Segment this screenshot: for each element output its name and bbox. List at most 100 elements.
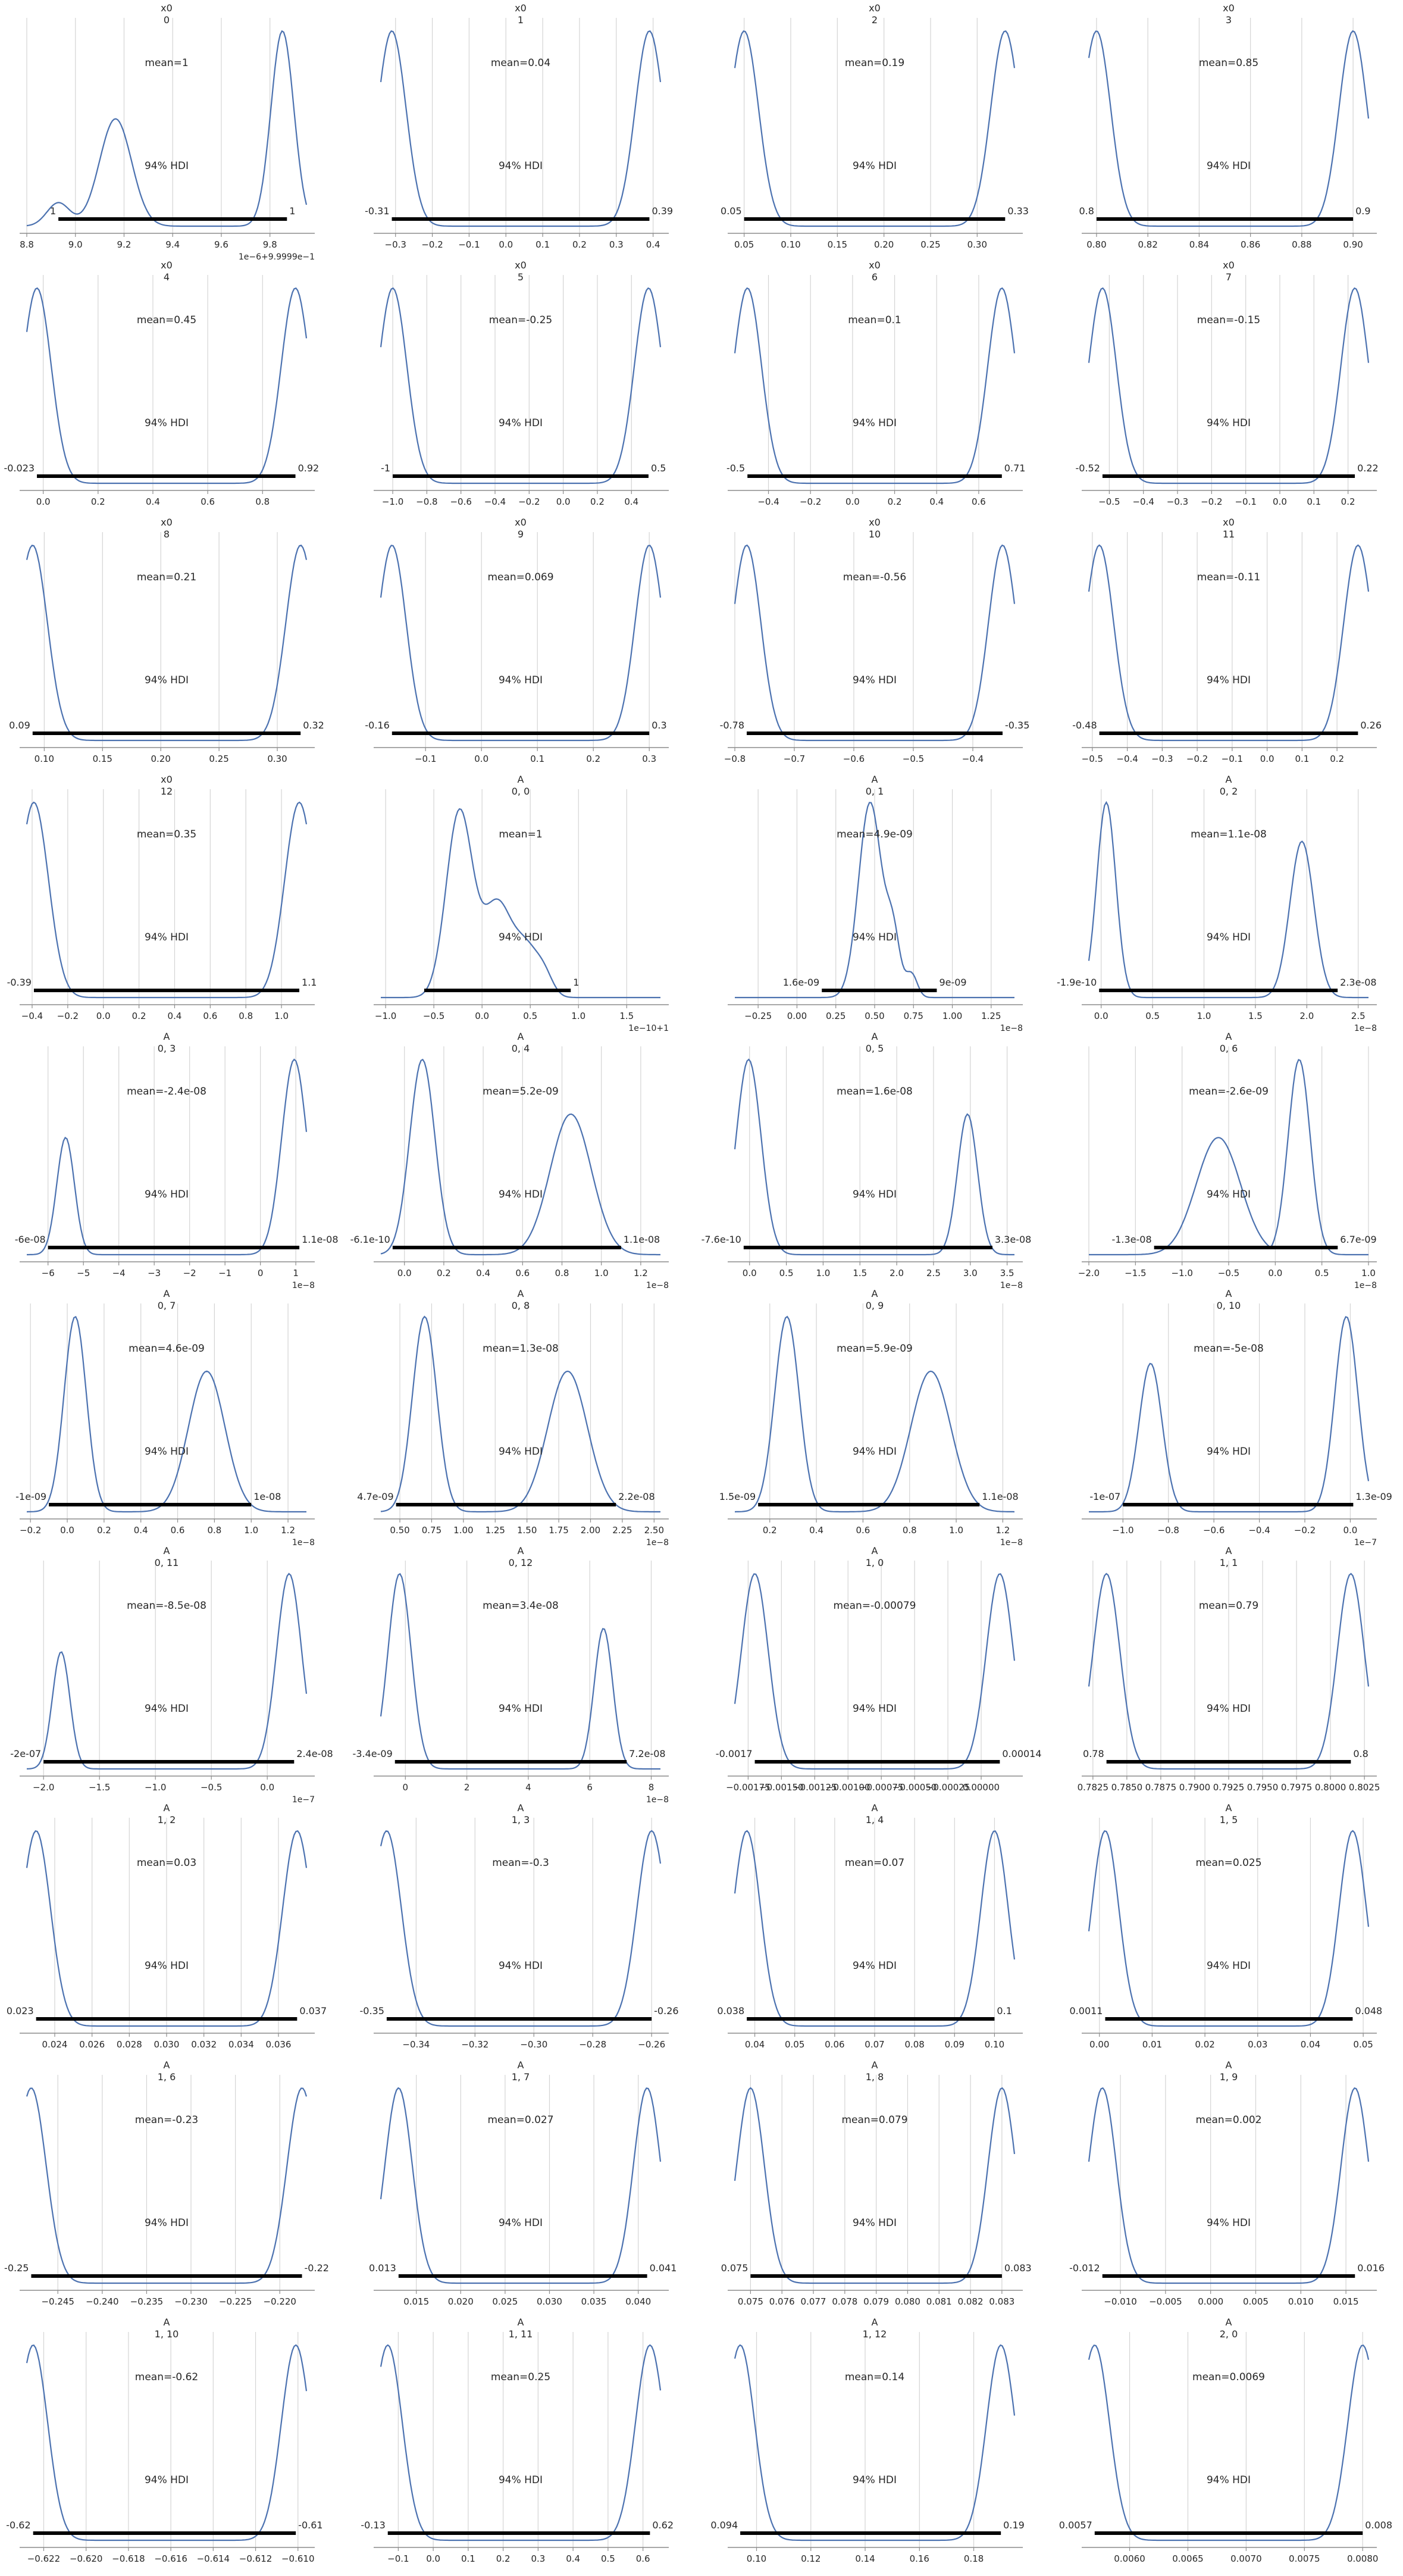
x-tick-label: 0.2 <box>496 2553 511 2564</box>
hdi-high-label: 0.008 <box>1365 2519 1392 2531</box>
x-tick-label: 1.2 <box>995 1525 1010 1536</box>
hdi-high-label: 0.26 <box>1360 720 1382 731</box>
x-tick-label: 0.8 <box>239 1011 253 1021</box>
x-tick-label: 0.12 <box>801 2553 820 2564</box>
hdi-low-label: -1e-07 <box>1089 1491 1120 1502</box>
x-tick-label: −0.1 <box>1222 754 1243 764</box>
hdi-high-label: 6.7e-09 <box>1340 1234 1376 1245</box>
hdi-high-label: 0.32 <box>303 720 324 731</box>
x-tick-label: 0.026 <box>79 2039 105 2050</box>
mean-label: mean=-8.5e-08 <box>127 1600 206 1612</box>
x-tick-label: 0.6 <box>515 1268 530 1278</box>
hdi-high-label: 1.3e-09 <box>1355 1491 1392 1502</box>
axis-offset-label: 1e−8 <box>1000 1538 1023 1548</box>
x-tick-label: 0.5 <box>779 1268 794 1278</box>
x-tick-label: 0.0 <box>1260 754 1274 764</box>
x-tick-label: −0.6 <box>1203 1525 1225 1536</box>
hdi-label: 94% HDI <box>499 1189 543 1201</box>
axis-offset-label: 1e−8 <box>1000 1024 1023 1033</box>
x-tick-label: 0.25 <box>826 1011 845 1021</box>
panel-coord-title: 1, 10 <box>155 2328 179 2340</box>
hdi-low-label: -0.13 <box>361 2519 385 2531</box>
panel-variable-title: A <box>872 1802 878 1814</box>
hdi-label: 94% HDI <box>853 2474 897 2486</box>
hdi-low-label: -1.3e-08 <box>1111 1234 1151 1245</box>
x-tick-label: 0.005 <box>1243 2296 1269 2307</box>
mean-label: mean=0.19 <box>845 57 904 69</box>
x-tick-label: −0.2 <box>1201 496 1222 507</box>
density-panel: 0.0 0.2 0.4 0.6 0.8 x04 mean=0.45 94% HDI -0.023… <box>4 260 319 507</box>
panel-variable-title: x0 <box>515 2 527 14</box>
x-tick-label: 8.8 <box>20 239 34 250</box>
hdi-low-label: 0.05 <box>721 205 742 217</box>
axis-offset-label: 1e−10+1 <box>628 1024 669 1033</box>
hdi-high-label: 0.39 <box>652 205 673 217</box>
x-tick-label: 1.00 <box>453 1525 473 1536</box>
panel-coord-title: 12 <box>161 786 173 797</box>
axis-offset-label: 1e−8 <box>1354 1024 1377 1033</box>
density-panel: −0.00175−0.00150−0.00125−0.00100−0.00075… <box>716 1545 1042 1793</box>
panel-variable-title: x0 <box>869 517 881 528</box>
panel-coord-title: 0, 8 <box>512 1300 530 1311</box>
x-tick-label: 0.6 <box>201 496 215 507</box>
x-tick-label: 0.00 <box>1089 2039 1109 2050</box>
panel-variable-title: A <box>1226 2316 1232 2328</box>
hdi-low-label: 0.038 <box>717 2005 744 2017</box>
x-tick-label: 0.03 <box>1248 2039 1267 2050</box>
panel-coord-title: 1, 3 <box>512 1814 530 1825</box>
hdi-label: 94% HDI <box>145 1960 189 1972</box>
x-tick-label: −0.5 <box>423 1011 444 1021</box>
mean-label: mean=3.4e-08 <box>483 1600 559 1612</box>
x-tick-label: 0.18 <box>964 2553 984 2564</box>
hdi-high-label: 0.041 <box>650 2262 677 2274</box>
x-tick-label: 0.06 <box>825 2039 844 2050</box>
x-tick-label: −0.612 <box>239 2553 273 2564</box>
x-tick-label: 0.077 <box>801 2296 826 2307</box>
x-tick-label: 0.0 <box>474 754 488 764</box>
mean-label: mean=-0.15 <box>1197 314 1260 326</box>
mean-label: mean=0.027 <box>487 2114 553 2126</box>
hdi-high-label: 0.037 <box>299 2005 327 2017</box>
hdi-high-label: 9e-09 <box>939 977 966 988</box>
mean-label: mean=5.9e-09 <box>837 1343 913 1355</box>
x-tick-label: −0.6 <box>450 496 471 507</box>
posterior-plot-grid: 8.8 9.0 9.2 9.4 9.6 9.81e−6+9.9999e−1x00mean=… <box>4 2 1392 2564</box>
mean-label: mean=0.14 <box>845 2371 904 2383</box>
x-tick-label: 0.09 <box>945 2039 964 2050</box>
mean-label: mean=-0.23 <box>135 2114 198 2126</box>
axis-offset-label: 1e−8 <box>646 1281 669 1290</box>
x-tick-label: −0.4 <box>1248 1525 1270 1536</box>
density-panel: −0.25 0.00 0.25 0.50 0.75 1.00 1.25 1e−8 A0, 1 me… <box>728 774 1023 1033</box>
hdi-label: 94% HDI <box>499 160 543 172</box>
x-tick-label: 0.7975 <box>1281 1782 1313 1793</box>
mean-label: mean=-0.00079 <box>834 1600 916 1612</box>
x-tick-label: 1.0 <box>816 1268 830 1278</box>
hdi-label: 94% HDI <box>853 2217 897 2229</box>
mean-label: mean=-2.4e-08 <box>127 1086 206 1098</box>
x-tick-label: 0.02 <box>1195 2039 1214 2050</box>
hdi-label: 94% HDI <box>499 417 543 429</box>
x-tick-label: 0.4 <box>168 1011 182 1021</box>
x-tick-label: 0.82 <box>1138 239 1157 250</box>
panel-coord-title: 0, 7 <box>158 1300 176 1311</box>
x-tick-label: 0.0 <box>60 1525 74 1536</box>
x-tick-label: 0.015 <box>403 2296 429 2307</box>
hdi-label: 94% HDI <box>1207 1189 1251 1201</box>
x-tick-label: 0.4 <box>146 496 160 507</box>
x-tick-label: −0.1 <box>387 2553 409 2564</box>
hdi-label: 94% HDI <box>1207 1960 1251 1972</box>
x-tick-label: 0.5 <box>523 1011 537 1021</box>
panel-variable-title: A <box>164 1031 170 1042</box>
mean-label: mean=-0.62 <box>135 2371 198 2383</box>
panel-coord-title: 3 <box>1226 14 1232 26</box>
x-tick-label: 1.5 <box>853 1268 867 1278</box>
x-tick-label: 8 <box>649 1782 654 1793</box>
panel-variable-title: x0 <box>161 260 173 271</box>
x-tick-label: 0.8 <box>207 1525 221 1536</box>
panel-coord-title: 0, 12 <box>509 1557 533 1568</box>
hdi-high-label: 1.1e-08 <box>624 1234 660 1245</box>
x-tick-label: 0.082 <box>958 2296 984 2307</box>
hdi-high-label: 3.3e-08 <box>995 1234 1031 1245</box>
x-tick-label: 0.030 <box>154 2039 180 2050</box>
x-tick-label: 0.2 <box>763 1525 777 1536</box>
